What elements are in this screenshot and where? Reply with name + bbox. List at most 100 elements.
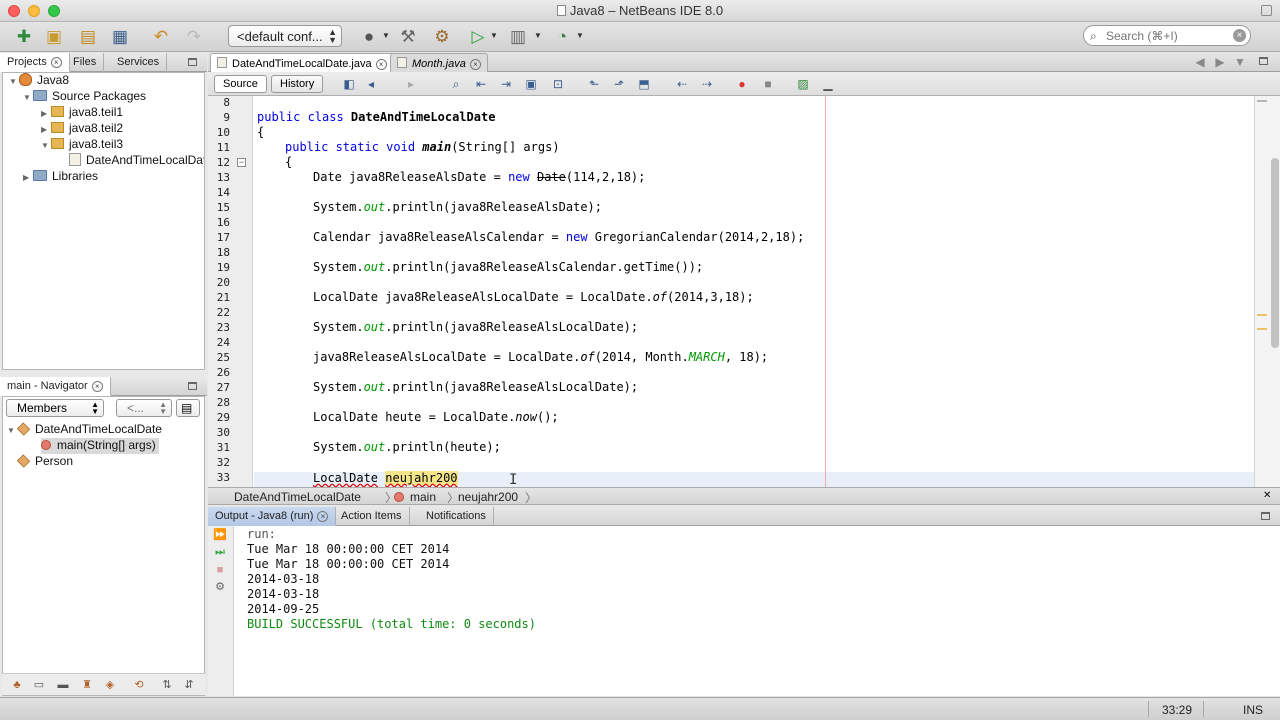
collapse-triangle-icon[interactable]: ▶ [41,109,51,118]
tree-item-libraries[interactable]: ▶ Libraries [23,169,98,185]
non-public-filter-icon[interactable]: ▬ [56,678,70,692]
tab-notifications[interactable]: Notifications [419,507,494,526]
nav-item-person[interactable]: Person [16,454,73,470]
search-box[interactable]: ⌕ × [1083,25,1251,46]
undo-icon[interactable]: ↶ [149,25,173,49]
chevron-down-icon[interactable]: ▼ [576,31,584,40]
find-previous-icon[interactable]: ⇤ [473,76,489,92]
output-console[interactable]: ⏩ ⏭ ■ ⚙ run: Tue Mar 18 00:00:00 CET 201… [208,526,1280,696]
tree-item-java8-teil2[interactable]: ▶ java8.teil2 [41,121,123,137]
find-next-icon[interactable]: ⇥ [498,76,514,92]
tree-item-java8-teil3[interactable]: ▼ java8.teil3 [41,137,123,153]
minimize-panel-icon[interactable] [1261,512,1270,520]
minimize-panel-icon[interactable] [188,382,197,390]
scroll-tabs-left-icon[interactable]: ◀ [1192,54,1208,70]
navigator-options-icon[interactable]: ▤ [176,399,200,417]
run-icon[interactable]: ▷ [466,25,490,49]
close-breadcrumb-icon[interactable]: ✕ [1263,491,1271,501]
save-all-icon[interactable]: ▦ [108,25,132,49]
code-editor[interactable]: 8 9 10 11 12 13 14 15 16 17 18 19 20 21 … [208,96,1280,488]
tree-item-java8[interactable]: ▼ Java8 [9,73,69,89]
output-settings-icon[interactable]: ⚙ [212,580,228,594]
start-macro-icon[interactable]: ● [734,76,750,92]
rerun-with-params-icon[interactable]: ⏭ [212,545,228,559]
close-tab-icon[interactable]: × [317,511,329,522]
uncomment-icon[interactable]: ▁ [820,76,836,92]
source-view-button[interactable]: Source [214,75,267,93]
clear-search-icon[interactable]: × [1233,29,1246,42]
next-bookmark-icon[interactable]: ⬏ [611,76,627,92]
expand-triangle-icon[interactable]: ▼ [41,141,51,150]
breadcrumb-item-variable[interactable]: neujahr200 [458,490,518,504]
tab-month-java[interactable]: Month.java × [390,53,488,72]
debug-icon[interactable]: ▥ [506,25,530,49]
tab-navigator[interactable]: main - Navigator × [0,377,111,396]
clean-build-icon[interactable]: ⚙ [430,25,454,49]
comment-icon[interactable]: ▨ [795,76,811,92]
minimize-panel-icon[interactable] [188,58,197,66]
toggle-rect-select-icon[interactable]: ⊡ [550,76,566,92]
close-tab-icon[interactable]: × [91,381,103,392]
close-tab-icon[interactable]: × [50,57,62,68]
tab-files[interactable]: Files [66,53,105,72]
back-icon[interactable]: ◂ [363,76,379,92]
new-file-icon[interactable]: ✚ [12,25,36,49]
nav-item-main-method[interactable]: main(String[] args) [41,438,159,454]
forward-icon[interactable]: ▸ [403,76,419,92]
rerun-icon[interactable]: ⏩ [212,528,228,542]
tab-list-icon[interactable]: ▼ [1232,54,1248,70]
fold-toggle-icon[interactable]: − [237,158,246,167]
shift-left-icon[interactable]: ⇠ [674,76,690,92]
breadcrumb-item-class[interactable]: DateAndTimeLocalDate [234,490,361,504]
tab-dateandtimelocaldate-java[interactable]: DateAndTimeLocalDate.java × [210,53,394,72]
static-filter-icon[interactable]: ▭ [32,678,46,692]
collapse-triangle-icon[interactable]: ▶ [23,173,33,182]
inner-classes-filter-icon[interactable]: ◈ [103,678,117,692]
previous-bookmark-icon[interactable]: ⬑ [586,76,602,92]
tree-item-source-packages[interactable]: ▼ Source Packages [23,89,146,105]
fullscreen-icon[interactable] [1261,5,1272,16]
nav-item-class[interactable]: ▼ DateAndTimeLocalDate [7,422,162,438]
expand-triangle-icon[interactable]: ▼ [23,93,33,102]
open-project-icon[interactable]: ▤ [76,25,100,49]
sort-alpha-icon[interactable]: ⇅ [160,678,174,692]
shift-right-icon[interactable]: ⇢ [699,76,715,92]
scroll-tabs-right-icon[interactable]: ▶ [1212,54,1228,70]
maximize-editor-icon[interactable] [1259,57,1268,65]
sort-position-icon[interactable]: ⇵ [182,678,196,692]
warning-stripe[interactable] [1257,328,1267,330]
tree-item-dateandtimelocaldate[interactable]: DateAndTimeLocalDate [69,153,204,169]
expand-triangle-icon[interactable]: ▼ [9,77,19,86]
configuration-select[interactable]: <default conf... ▲ ▼ [228,25,342,47]
toggle-bookmark-icon[interactable]: ⬒ [636,76,652,92]
history-view-button[interactable]: History [271,75,324,93]
toggle-highlight-icon[interactable]: ▣ [523,76,539,92]
build-hammer-icon[interactable]: ⚒ [396,25,420,49]
tab-output-run[interactable]: Output - Java8 (run) × [208,507,337,526]
tab-action-items[interactable]: Action Items [334,507,410,526]
chevron-down-icon[interactable]: ▼ [382,31,390,40]
inherited-filter-icon[interactable]: ♜ [80,678,94,692]
warning-stripe[interactable] [1257,314,1267,316]
tab-projects[interactable]: Projects × [0,53,70,72]
new-project-icon[interactable]: ▣ [42,25,66,49]
search-input[interactable] [1106,28,1232,43]
stop-icon[interactable]: ■ [212,563,228,577]
editor-scrollbar[interactable] [1254,96,1280,487]
close-tab-icon[interactable]: × [469,59,481,70]
members-filter-select[interactable]: Members ▲ ▼ [6,399,104,417]
find-selection-icon[interactable]: ⌕ [448,76,464,92]
navigator-second-select[interactable]: <... ▲ ▼ [116,399,172,417]
close-tab-icon[interactable]: × [375,59,387,70]
last-edit-icon[interactable]: ◧ [341,76,357,92]
expand-triangle-icon[interactable]: ▼ [7,426,17,435]
scrollbar-thumb[interactable] [1271,158,1279,348]
collapse-triangle-icon[interactable]: ▶ [41,125,51,134]
sort-icon[interactable]: ⟲ [132,678,146,692]
stop-macro-icon[interactable]: ■ [760,76,776,92]
globe-icon[interactable]: ● [357,25,381,49]
profile-icon[interactable]: ◔ [550,25,574,49]
redo-icon[interactable]: ↷ [182,25,206,49]
tab-services[interactable]: Services [110,53,168,72]
breadcrumb-item-method[interactable]: main [394,490,436,504]
